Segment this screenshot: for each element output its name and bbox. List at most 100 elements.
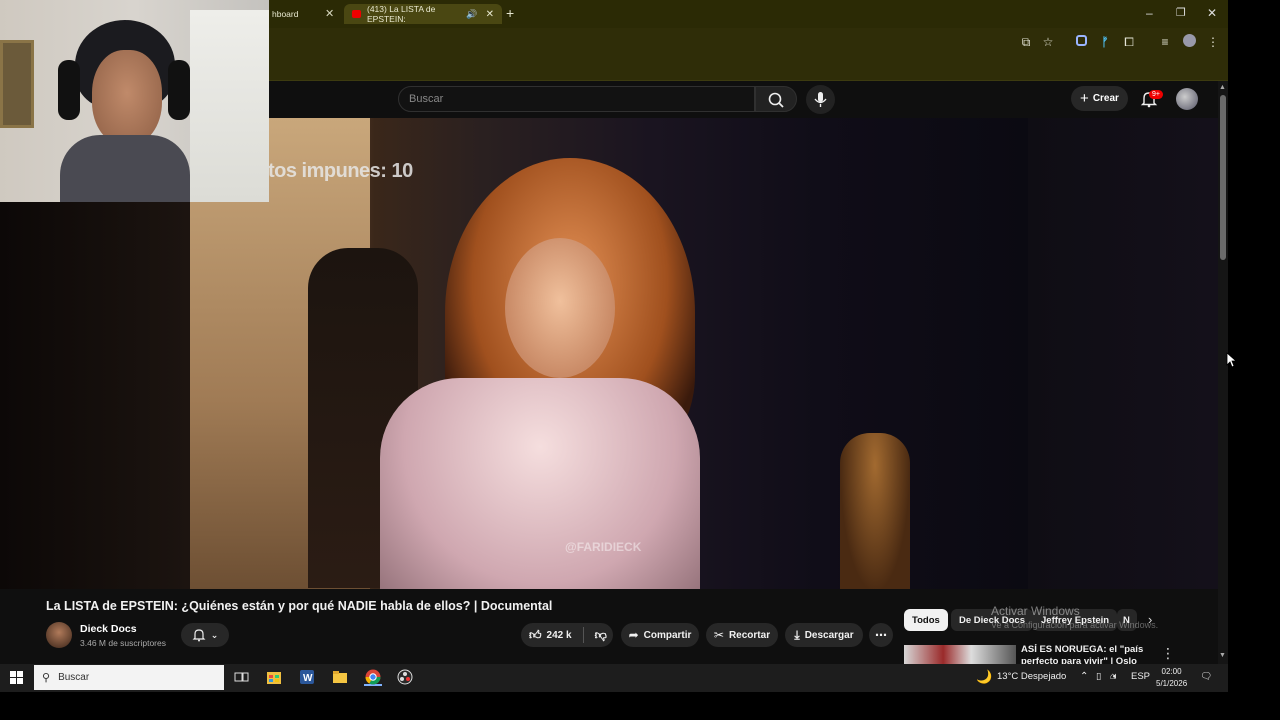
- search-icon: ⚲: [42, 672, 51, 684]
- thumbs-down-icon: 👎︎: [594, 627, 607, 642]
- recommended-video-title[interactable]: ASÍ ES NORUEGA: el "país perfecto para v…: [1021, 644, 1146, 664]
- subscription-bell-button[interactable]: ⌄: [181, 623, 229, 647]
- clock-time: 02:00: [1161, 667, 1182, 676]
- windows-activation-subtitle: Ve a Configuración para activar Windows.: [991, 620, 1159, 630]
- kebab-menu-icon[interactable]: ⋮: [1161, 645, 1175, 662]
- subscriber-count: 3.46 M de suscriptores: [80, 638, 166, 648]
- star-icon[interactable]: ☆: [1040, 34, 1056, 50]
- clip-label: Recortar: [728, 629, 771, 641]
- puzzle-icon[interactable]: ⧠: [1121, 34, 1137, 50]
- like-count: 242 k: [546, 629, 572, 641]
- dislike-button[interactable]: 👎︎: [595, 628, 607, 643]
- search-placeholder: Buscar: [409, 93, 444, 105]
- weather-moon-icon[interactable]: 🌙: [976, 669, 992, 685]
- windows-start-button[interactable]: [10, 671, 23, 684]
- webcam-overlay: [0, 0, 269, 202]
- profile-icon[interactable]: [1181, 34, 1197, 50]
- restore-icon[interactable]: ❐: [1176, 6, 1186, 19]
- like-button[interactable]: 👍︎ 242 k: [529, 628, 572, 643]
- tab-label: hboard: [272, 9, 299, 19]
- clock-date: 5/1/2026: [1156, 679, 1188, 688]
- video-right-letterbox: [1028, 118, 1218, 589]
- download-icon: ⤓: [794, 627, 800, 642]
- tab-dashboard[interactable]: hboard: [272, 4, 298, 24]
- taskbar-search-placeholder: Buscar: [58, 672, 90, 683]
- windows-logo-icon: [10, 671, 23, 684]
- video-person-dress: [380, 378, 700, 589]
- microsoft-store-icon[interactable]: [265, 668, 283, 686]
- obs-recorder-icon[interactable]: [396, 668, 414, 686]
- clip-button[interactable]: ✂ Recortar: [706, 623, 778, 647]
- share-button[interactable]: ➦ Compartir: [621, 623, 699, 647]
- tab-close-icon[interactable]: ✕: [325, 7, 334, 20]
- channel-avatar[interactable]: [46, 622, 72, 648]
- video-watermark: @FARIDIECK: [565, 540, 642, 554]
- chevron-down-icon: ⌄: [210, 629, 219, 640]
- tab-youtube-video[interactable]: (413) La LISTA de EPSTEIN: 🔊 ✕: [344, 4, 502, 24]
- svg-text:W: W: [303, 673, 313, 684]
- plus-icon: +: [1080, 90, 1089, 107]
- create-button[interactable]: + Crear: [1071, 86, 1128, 111]
- more-actions-button[interactable]: ⋯: [869, 623, 893, 647]
- share-icon: ➦: [628, 628, 639, 642]
- screen-black-margin-bottom: [0, 692, 1280, 720]
- word-icon[interactable]: W: [298, 668, 316, 686]
- account-avatar[interactable]: [1176, 88, 1198, 110]
- video-lamp: [840, 433, 910, 589]
- new-tab-button[interactable]: +: [506, 5, 514, 21]
- video-title: La LISTA de EPSTEIN: ¿Quiénes están y po…: [46, 599, 553, 613]
- chip-all[interactable]: Todos: [904, 609, 948, 631]
- close-icon[interactable]: ✕: [1207, 6, 1217, 20]
- notification-center-icon[interactable]: 🗨︎: [1200, 671, 1212, 682]
- recommended-video-thumbnail[interactable]: [904, 645, 1016, 664]
- battery-icon[interactable]: ▯: [1096, 671, 1101, 682]
- mouse-cursor: [1226, 352, 1236, 368]
- voice-search-button[interactable]: [806, 85, 835, 114]
- webcam-window: [190, 10, 269, 202]
- language-indicator[interactable]: ESP: [1131, 671, 1150, 682]
- download-label: Descargar: [804, 629, 854, 641]
- taskbar-search-input[interactable]: ⚲ Buscar: [34, 665, 224, 690]
- extension-blue-icon[interactable]: [1073, 34, 1089, 50]
- windows-activation-title: Activar Windows: [991, 604, 1080, 618]
- tab-label: (413) La LISTA de EPSTEIN:: [366, 4, 436, 24]
- more-horizontal-icon: ⋯: [875, 628, 887, 642]
- extension-gradient-icon[interactable]: ᚠ: [1097, 34, 1113, 50]
- video-overlay-text: tos impunes: 10: [268, 160, 413, 182]
- webcam-person: [58, 20, 190, 202]
- video-person-face: [505, 238, 615, 378]
- task-view-icon[interactable]: [232, 668, 250, 686]
- microphone-icon: [814, 92, 827, 107]
- channel-name[interactable]: Dieck Docs: [80, 623, 137, 635]
- scrollbar-thumb[interactable]: [1220, 95, 1226, 260]
- create-label: Crear: [1092, 93, 1119, 104]
- cast-icon[interactable]: ⧉: [1018, 34, 1034, 50]
- weather-text[interactable]: 13°C Despejado: [997, 671, 1066, 682]
- notification-badge: 9+: [1149, 90, 1163, 99]
- search-button[interactable]: [755, 86, 797, 112]
- minimize-icon[interactable]: –: [1146, 6, 1153, 20]
- download-button[interactable]: ⤓ Descargar: [785, 623, 863, 647]
- scroll-up-icon[interactable]: ▲: [1219, 84, 1226, 91]
- scroll-down-icon[interactable]: ▼: [1219, 652, 1226, 659]
- tray-chevron-up-icon[interactable]: ⌃: [1080, 671, 1088, 682]
- bell-icon: [192, 629, 206, 642]
- volume-icon[interactable]: 🔈︎: [1113, 671, 1119, 682]
- search-input[interactable]: Buscar: [398, 86, 755, 112]
- video-frame: [190, 118, 1028, 589]
- tab-audio-icon[interactable]: 🔊: [466, 9, 477, 20]
- thumbs-up-icon: 👍︎: [529, 627, 542, 642]
- tab-close-icon[interactable]: ✕: [486, 9, 494, 20]
- like-dislike-group: 👍︎ 242 k 👎︎: [521, 623, 613, 647]
- taskbar-clock[interactable]: 02:00 5/1/2026: [1156, 666, 1187, 690]
- webcam-painting: [0, 40, 34, 128]
- scissors-icon: ✂: [713, 628, 724, 642]
- search-icon: [768, 92, 784, 108]
- youtube-favicon-icon: [352, 10, 361, 18]
- chrome-icon[interactable]: [364, 668, 382, 686]
- kebab-menu-icon[interactable]: ⋮: [1205, 34, 1221, 50]
- file-explorer-icon[interactable]: [331, 668, 349, 686]
- share-label: Compartir: [643, 629, 692, 641]
- divider: [582, 627, 584, 643]
- media-control-icon[interactable]: ≡: [1157, 34, 1173, 50]
